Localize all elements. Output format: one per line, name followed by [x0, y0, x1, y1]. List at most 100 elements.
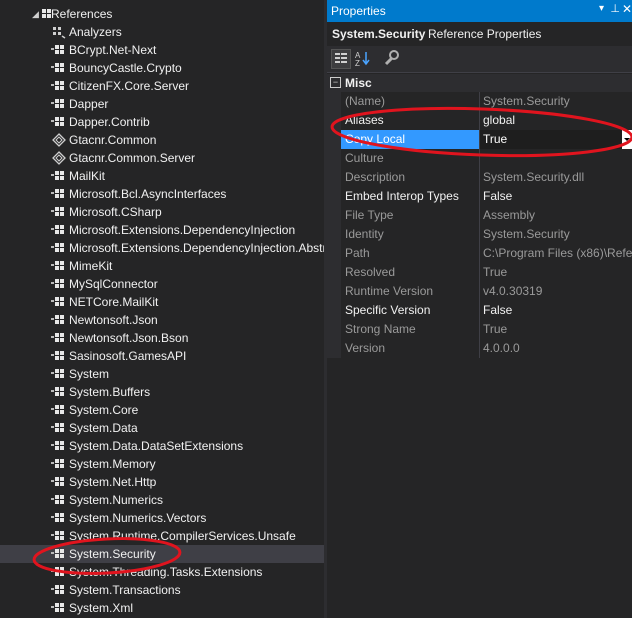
- tree-item[interactable]: Gtacnr.Common.Server: [0, 149, 324, 167]
- property-name: Identity: [345, 227, 384, 241]
- tree-item[interactable]: BouncyCastle.Crypto: [0, 59, 324, 77]
- tree-item[interactable]: Dapper.Contrib: [0, 113, 324, 131]
- alphabetical-button[interactable]: A Z: [354, 49, 374, 69]
- reference-icon: [51, 563, 66, 581]
- solution-explorer-tree: ◢ References Analyzers BCrypt.Net-Next Bou…: [0, 0, 324, 618]
- property-row[interactable]: Description System.Security.dll: [327, 168, 632, 187]
- property-value[interactable]: True: [483, 132, 507, 146]
- tree-item-label: Analyzers: [69, 25, 122, 39]
- tree-item-label: System.Buffers: [69, 385, 151, 399]
- tree-item-label: Dapper: [69, 97, 109, 111]
- tree-item-label: System.Numerics: [69, 493, 164, 507]
- reference-icon: [51, 275, 66, 293]
- tree-item[interactable]: Newtonsoft.Json: [0, 311, 324, 329]
- property-row[interactable]: Version 4.0.0.0: [327, 339, 632, 358]
- property-row[interactable]: Path C:\Program Files (x86)\Refer: [327, 244, 632, 263]
- reference-icon: [51, 311, 66, 329]
- tree-item[interactable]: MailKit: [0, 167, 324, 185]
- property-row[interactable]: Strong Name True: [327, 320, 632, 339]
- tree-item[interactable]: System.Runtime.CompilerServices.Unsafe: [0, 527, 324, 545]
- column-separator: [479, 282, 480, 301]
- tree-item-label: MimeKit: [69, 259, 113, 273]
- property-row[interactable]: (Name) System.Security: [327, 92, 632, 111]
- tree-item[interactable]: System: [0, 365, 324, 383]
- tree-item[interactable]: Newtonsoft.Json.Bson: [0, 329, 324, 347]
- column-separator: [479, 92, 480, 111]
- row-gutter: [327, 301, 341, 320]
- tree-item[interactable]: System.Security: [0, 545, 324, 563]
- tree-item[interactable]: System.Threading.Tasks.Extensions: [0, 563, 324, 581]
- tree-item[interactable]: Analyzers: [0, 23, 324, 41]
- tree-item-label: Microsoft.Extensions.DependencyInjection: [69, 223, 296, 237]
- tree-item[interactable]: MimeKit: [0, 257, 324, 275]
- reference-icon: [51, 41, 66, 59]
- tree-item[interactable]: System.Numerics.Vectors: [0, 509, 324, 527]
- tree-item-label: System.Threading.Tasks.Extensions: [69, 565, 263, 579]
- property-row[interactable]: Copy Local True: [327, 130, 632, 149]
- properties-toolbar: A Z: [327, 46, 632, 73]
- column-separator: [479, 111, 480, 130]
- tree-item[interactable]: Microsoft.Extensions.DependencyInjection…: [0, 239, 324, 257]
- tree-item[interactable]: NETCore.MailKit: [0, 293, 324, 311]
- expand-arrow-icon[interactable]: ◢: [32, 5, 39, 23]
- auto-hide-pin-icon[interactable]: ⊥: [610, 2, 620, 15]
- tree-item-label: Sasinosoft.GamesAPI: [69, 349, 187, 363]
- analyzers-icon: [52, 23, 66, 41]
- reference-icon: [51, 419, 66, 437]
- reference-icon: [51, 185, 66, 203]
- tree-item[interactable]: Microsoft.Bcl.AsyncInterfaces: [0, 185, 324, 203]
- properties-object-selector[interactable]: System.Security Reference Properties: [327, 22, 632, 46]
- tree-item[interactable]: System.Core: [0, 401, 324, 419]
- row-gutter: [327, 92, 341, 111]
- tree-item-label: Gtacnr.Common: [69, 133, 157, 147]
- row-gutter: [327, 225, 341, 244]
- row-gutter: [327, 206, 341, 225]
- tree-item[interactable]: System.Data.DataSetExtensions: [0, 437, 324, 455]
- tree-item[interactable]: CitizenFX.Core.Server: [0, 77, 324, 95]
- reference-icon: [51, 599, 66, 617]
- tree-item[interactable]: System.Buffers: [0, 383, 324, 401]
- properties-panel: Properties ▾ ⊥ ✕ System.Security Referen…: [327, 0, 632, 618]
- property-pages-button[interactable]: [382, 49, 402, 69]
- reference-icon: [51, 491, 66, 509]
- tree-item[interactable]: Dapper: [0, 95, 324, 113]
- tree-item[interactable]: MySqlConnector: [0, 275, 324, 293]
- tree-item[interactable]: Gtacnr.Common: [0, 131, 324, 149]
- column-separator: [479, 225, 480, 244]
- tree-item[interactable]: Microsoft.Extensions.DependencyInjection: [0, 221, 324, 239]
- tree-item[interactable]: BCrypt.Net-Next: [0, 41, 324, 59]
- tree-item[interactable]: System.Data: [0, 419, 324, 437]
- property-row[interactable]: Resolved True: [327, 263, 632, 282]
- tree-item[interactable]: Microsoft.CSharp: [0, 203, 324, 221]
- property-row[interactable]: File Type Assembly: [327, 206, 632, 225]
- tree-item-label: System.Memory: [69, 457, 156, 471]
- reference-icon: [51, 77, 66, 95]
- collapse-icon[interactable]: −: [330, 77, 341, 88]
- property-value: C:\Program Files (x86)\Refer: [483, 246, 632, 260]
- categorized-button[interactable]: [331, 49, 351, 69]
- column-separator: [479, 263, 480, 282]
- dropdown-arrow-icon[interactable]: [622, 130, 632, 149]
- property-name: Version: [345, 341, 386, 355]
- property-row[interactable]: Specific Version False: [327, 301, 632, 320]
- column-separator: [479, 339, 480, 358]
- property-value: True: [483, 322, 508, 336]
- tree-item[interactable]: System.Net.Http: [0, 473, 324, 491]
- tree-item[interactable]: System.Xml: [0, 599, 324, 617]
- tree-item[interactable]: System.Numerics: [0, 491, 324, 509]
- tree-item[interactable]: System.Transactions: [0, 581, 324, 599]
- category-misc[interactable]: − Misc: [327, 74, 632, 92]
- property-name: Specific Version: [345, 303, 431, 317]
- pin-icon[interactable]: ▾: [599, 3, 604, 14]
- property-row[interactable]: Identity System.Security: [327, 225, 632, 244]
- close-icon[interactable]: ✕: [622, 2, 632, 16]
- tree-item-label: Gtacnr.Common.Server: [69, 151, 196, 165]
- property-row[interactable]: Runtime Version v4.0.30319: [327, 282, 632, 301]
- references-node[interactable]: ◢ References: [0, 5, 324, 23]
- property-row[interactable]: Aliases global: [327, 111, 632, 130]
- tree-item[interactable]: Sasinosoft.GamesAPI: [0, 347, 324, 365]
- reference-icon: [51, 95, 66, 113]
- property-row[interactable]: Culture: [327, 149, 632, 168]
- property-row[interactable]: Embed Interop Types False: [327, 187, 632, 206]
- tree-item[interactable]: System.Memory: [0, 455, 324, 473]
